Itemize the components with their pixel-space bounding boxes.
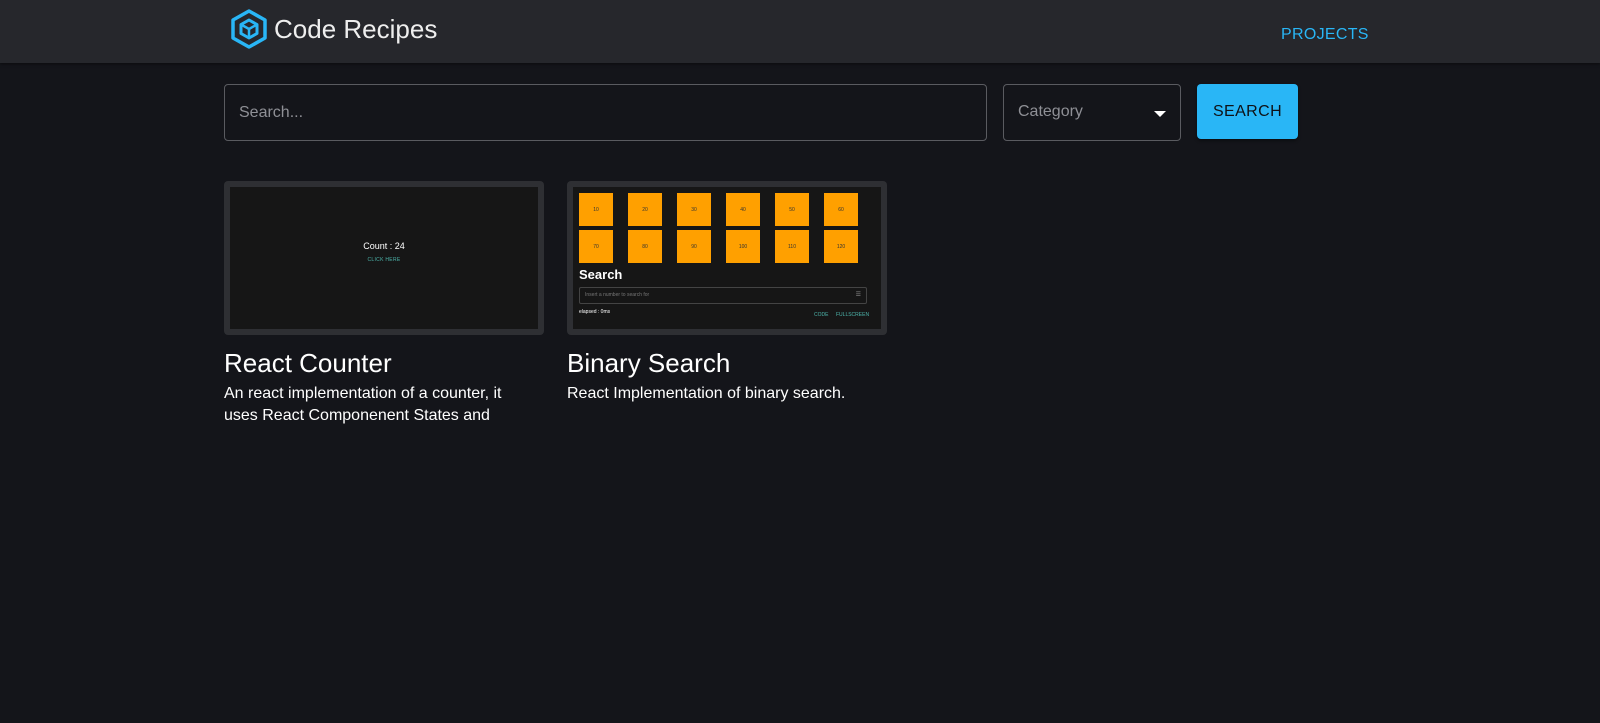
brand[interactable]: Code Recipes [230,9,437,49]
preview-count-text: Count : 24 [363,241,405,251]
top-app-bar: Code Recipes PROJECTS [0,0,1600,63]
caret-down-icon [1154,111,1166,117]
thumbnail-preview: Count : 24 CLICK HERE [230,187,538,329]
preview-number-box: 10 [579,193,613,226]
project-card-binary-search[interactable]: 10 20 30 40 50 60 70 80 90 100 110 120 S… [567,181,887,427]
app-title: Code Recipes [274,14,438,44]
preview-number-box: 70 [579,230,613,263]
menu-icon: ☰ [855,292,861,298]
preview-code-link: CODE [814,312,829,318]
preview-heading: Search [579,267,623,282]
preview-fullscreen-link: FULLSCREEN [836,312,870,318]
preview-input-placeholder: Insert a number to search for [585,292,650,298]
preview-elapsed-text: elapsed : 0ms [579,309,611,315]
preview-search-field: Insert a number to search for ☰ [579,287,867,304]
preview-number-box: 80 [628,230,662,263]
project-thumbnail[interactable]: 10 20 30 40 50 60 70 80 90 100 110 120 S… [567,181,887,335]
thumbnail-preview: 10 20 30 40 50 60 70 80 90 100 110 120 S… [573,187,881,329]
card-description: An react implementation of a counter, it… [224,385,502,424]
category-select[interactable]: Category [1003,84,1181,141]
hexagon-cube-icon [231,9,267,49]
preview-number-box: 110 [775,230,809,263]
search-button[interactable]: SEARCH [1197,84,1298,139]
preview-number-box: 120 [824,230,858,263]
category-label: Category [1018,103,1083,120]
preview-number-box: 40 [726,193,760,226]
card-description: React Implementation of binary search. [567,385,846,402]
nav-projects-link[interactable]: PROJECTS [1281,26,1369,44]
project-thumbnail[interactable]: Count : 24 CLICK HERE [224,181,544,335]
preview-number-box: 20 [628,193,662,226]
preview-number-box: 30 [677,193,711,226]
preview-number-box: 60 [824,193,858,226]
project-card-react-counter[interactable]: Count : 24 CLICK HERE React Counter An r… [224,181,544,427]
search-input[interactable] [224,84,987,141]
preview-number-box: 90 [677,230,711,263]
card-title[interactable]: React Counter [224,347,544,379]
preview-click-link: CLICK HERE [367,257,401,263]
card-title[interactable]: Binary Search [567,347,887,379]
preview-number-box: 50 [775,193,809,226]
preview-number-box: 100 [726,230,760,263]
